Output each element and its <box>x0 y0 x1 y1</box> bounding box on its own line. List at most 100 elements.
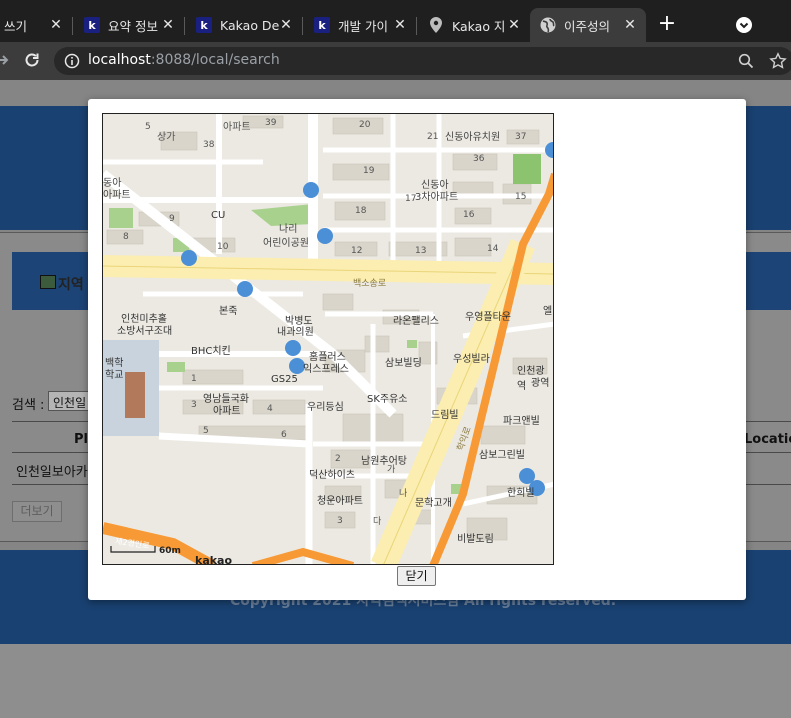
map-label: 3차아파트 <box>415 192 459 203</box>
map-label: 10 <box>217 242 229 252</box>
close-icon[interactable]: ✕ <box>160 17 176 33</box>
map-label: 36 <box>473 154 485 164</box>
tab-separator <box>302 17 303 35</box>
close-icon[interactable]: ✕ <box>622 17 638 33</box>
tab-search-icon[interactable] <box>736 17 752 33</box>
table-cell-name: 인천일보아카 <box>16 465 88 480</box>
globe-icon <box>540 17 556 33</box>
map-scale-label: 60m <box>159 546 181 556</box>
map-label: 비발도림 <box>457 534 494 545</box>
map-label: 청운아파트 <box>317 496 363 507</box>
tab-2[interactable]: k Kakao De ✕ <box>186 8 302 42</box>
map-label: 상가 <box>157 132 176 143</box>
tab-4[interactable]: Kakao 지 ✕ <box>418 8 530 42</box>
map-label: BHC치킨 <box>191 346 231 357</box>
region-label: 지역 <box>58 277 84 293</box>
map-label: GS25 <box>271 374 298 385</box>
map-label: 12 <box>351 246 363 256</box>
tab-0[interactable]: 쓰기 ✕ <box>0 8 72 42</box>
map-label: 나리 <box>279 224 298 235</box>
close-icon[interactable]: ✕ <box>48 17 64 33</box>
reload-icon[interactable] <box>23 51 41 69</box>
tab-title: 이주성의 <box>564 18 611 34</box>
road-label: 백소송로 <box>353 279 387 289</box>
column-header-place: Pl <box>74 432 88 447</box>
kakao-favicon-icon: k <box>314 17 330 33</box>
tab-title: Kakao De <box>220 17 280 33</box>
map-label: 17 <box>405 194 417 204</box>
url-text[interactable]: localhost:8088/local/search <box>88 52 280 68</box>
close-icon[interactable]: ✕ <box>392 17 408 33</box>
tab-title: Kakao 지 <box>452 18 506 34</box>
bookmark-star-icon[interactable] <box>769 52 787 70</box>
map-label: 드림빌 <box>431 410 459 421</box>
map-label: CU <box>211 210 226 221</box>
map-label: 남원추어탕 <box>361 456 407 467</box>
map-label: 4 <box>267 404 273 414</box>
map-label: 37 <box>515 132 527 142</box>
map-label: 엘 <box>543 306 553 317</box>
map-label: SK주유소 <box>367 394 408 405</box>
map-label: 38 <box>203 140 215 150</box>
kakao-favicon-icon: k <box>196 17 212 33</box>
map-label: 삼보빌딩 <box>385 358 422 369</box>
info-icon[interactable] <box>64 53 80 69</box>
tab-separator <box>72 17 73 35</box>
tab-1[interactable]: k 요약 정보 ✕ <box>74 8 184 42</box>
tab-5-active[interactable]: 이주성의 ✕ <box>530 8 646 42</box>
map-label: 1 <box>191 374 197 384</box>
map-label: 다 <box>373 517 382 527</box>
map-label: 19 <box>363 166 375 176</box>
close-button[interactable]: 닫기 <box>397 566 436 586</box>
url-host: localhost <box>88 52 151 68</box>
map-label: 파크앤빌 <box>503 416 540 427</box>
map-label: 15 <box>515 192 527 202</box>
map-label: 광역 <box>531 378 550 389</box>
map-label: 16 <box>463 210 475 220</box>
map-label: 6 <box>281 430 287 440</box>
more-button[interactable]: 더보기 <box>12 501 62 522</box>
page-bottom <box>0 644 791 718</box>
kakao-favicon-icon: k <box>84 17 100 33</box>
map-label: 2 <box>335 454 341 464</box>
map-label: 나 <box>399 489 408 499</box>
tab-separator <box>416 17 417 35</box>
map-label: 어린이공원 <box>263 238 309 249</box>
map-label: 가 <box>387 465 396 475</box>
map-label: 우리등심 <box>307 402 344 413</box>
map-pin-icon <box>428 17 444 33</box>
map-label: 3 <box>191 400 197 410</box>
map-label: 문학고개 <box>415 498 452 509</box>
tab-title: 쓰기 <box>4 18 28 34</box>
map-label: 삼보그린빌 <box>479 450 525 461</box>
map-label: 신동아유치원 <box>445 132 501 143</box>
map-label: 3 <box>337 516 343 526</box>
search-label: 검색 : <box>12 398 45 413</box>
tab-title: 개발 가이 <box>338 18 388 34</box>
map-label: 내과의원 <box>277 327 314 338</box>
close-icon[interactable]: ✕ <box>506 17 522 33</box>
map-label: 우성빌라 <box>453 354 490 365</box>
map-label: 한희빌 <box>507 488 535 499</box>
zoom-icon[interactable] <box>738 53 754 69</box>
map-label: 5 <box>203 426 209 436</box>
map-label: 소방서구조대 <box>117 326 173 337</box>
new-tab-icon[interactable]: + <box>656 13 678 36</box>
map-label: 아파트 <box>213 406 241 417</box>
map-label: 아파트 <box>223 122 251 133</box>
map-label: 라온팰리스 <box>393 316 439 327</box>
tab-3[interactable]: k 개발 가이 ✕ <box>304 8 416 42</box>
map-label: 본죽 <box>219 306 238 317</box>
map-label: 13 <box>415 246 427 256</box>
column-header-location: Location <box>744 432 791 447</box>
map-label: 8 <box>123 232 129 242</box>
tab-title: 요약 정보 <box>108 18 158 34</box>
map-label: 20 <box>359 120 371 130</box>
forward-icon[interactable] <box>0 52 10 68</box>
map-label: 14 <box>487 244 499 254</box>
map-view[interactable]: 상가 아파트 39 38 20 21 신동아유치원 37 19 36 신동아 3… <box>102 113 554 565</box>
map-label: 익스프레스 <box>303 364 349 375</box>
close-icon[interactable]: ✕ <box>278 17 294 33</box>
tab-separator <box>184 17 185 35</box>
map-label: 39 <box>265 118 277 128</box>
